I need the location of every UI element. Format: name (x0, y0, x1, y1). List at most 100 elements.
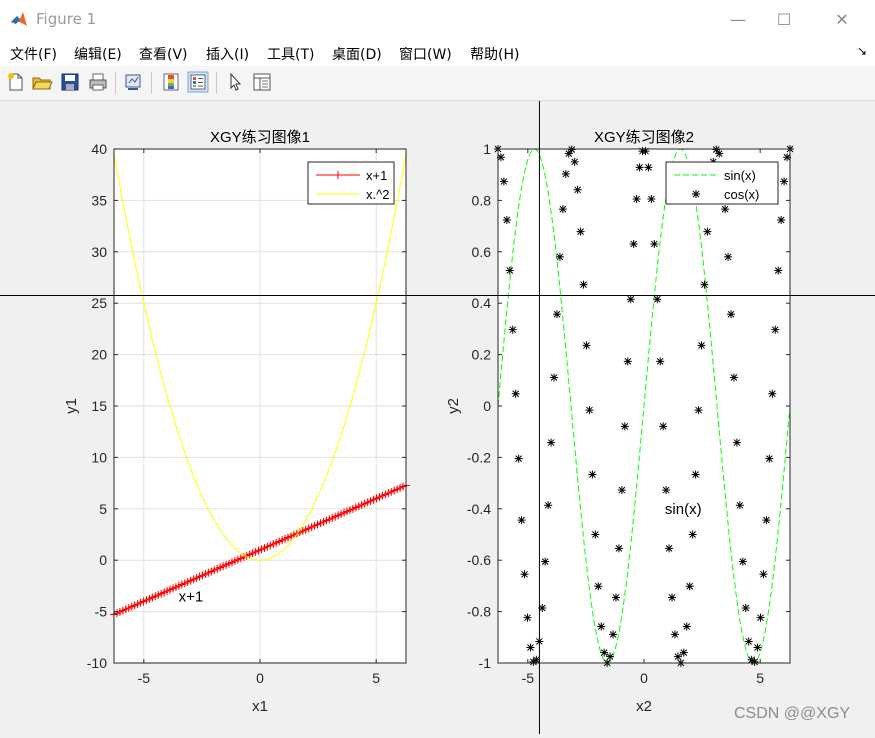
menu-file[interactable]: 文件(F) (10, 44, 57, 64)
menu-desktop[interactable]: 桌面(D) (332, 44, 382, 64)
menu-window[interactable]: 窗口(W) (399, 44, 452, 64)
toolbar (0, 66, 875, 101)
chart-title: XGY练习图像1 (210, 129, 310, 146)
data-point (697, 341, 706, 350)
figure-plots: -5 0 5-10-50510152025303540XGY练习图像1x1y1x+1… (0, 101, 875, 734)
y-tick-label: 0.8 (472, 192, 492, 208)
toolbar-separator (151, 72, 152, 94)
data-point (765, 454, 774, 463)
axes-2: -5 0 5 -1 -0.8 -0.6 -0.4 -0.2 0 0.2 0.4 0.6 0.8 1 XGY练… (445, 129, 794, 715)
colorbar-icon[interactable] (160, 71, 182, 93)
print-icon[interactable] (87, 71, 109, 93)
link-icon[interactable] (122, 71, 144, 93)
annotation-text: sin(x) (665, 501, 702, 518)
menu-edit[interactable]: 编辑(E) (74, 44, 122, 64)
data-point (691, 470, 700, 479)
y-tick-label: 10 (91, 449, 107, 465)
y-tick-label: 15 (91, 398, 107, 414)
legend-label: cos(x) (724, 187, 759, 202)
data-point (626, 295, 635, 304)
y-tick-label: 0 (99, 552, 107, 568)
property-editor-icon[interactable] (251, 71, 273, 93)
data-point (703, 227, 712, 236)
data-point (561, 169, 570, 178)
maximize-button[interactable]: ☐ (761, 0, 807, 38)
y-tick-label: -5 (95, 604, 108, 620)
data-point (579, 280, 588, 289)
menu-bar: 文件(F) 编辑(E) 查看(V) 插入(I) 工具(T) 桌面(D) 窗口(W… (0, 38, 875, 66)
data-point (597, 622, 606, 631)
data-point (777, 215, 786, 224)
x-axis-label: x2 (636, 698, 652, 715)
data-point (617, 486, 626, 495)
chart-title: XGY练习图像2 (594, 129, 694, 146)
x-axis-label: x1 (252, 698, 268, 715)
pointer-icon[interactable] (224, 71, 246, 93)
axes-1: -5 0 5 -10 -5 0 5 10 15 20 25 30 35 40 XGY练习图像1 x1 y1 x+1… (63, 129, 410, 715)
data-point (756, 613, 765, 622)
data-point (505, 266, 514, 275)
data-point (547, 438, 556, 447)
y-tick-label: 5 (99, 501, 107, 517)
data-point (715, 149, 724, 158)
menu-help[interactable]: 帮助(H) (470, 44, 519, 64)
new-figure-icon[interactable] (5, 71, 27, 93)
y-tick-label: -1 (479, 655, 492, 671)
data-point (555, 252, 564, 261)
menu-insert[interactable]: 插入(I) (206, 44, 249, 64)
data-point (594, 582, 603, 591)
close-icon: ✕ (835, 9, 849, 29)
data-point (526, 643, 535, 652)
data-point (653, 295, 662, 304)
data-point (721, 205, 730, 214)
data-point (635, 163, 644, 172)
toolbar-separator (216, 72, 217, 94)
data-point (558, 205, 567, 214)
data-point (741, 604, 750, 613)
data-point (609, 630, 618, 639)
legend-icon[interactable] (187, 71, 209, 93)
data-point (665, 544, 674, 553)
y-tick-label: 1 (483, 141, 491, 157)
data-point (668, 593, 677, 602)
y-tick-label: 30 (91, 244, 107, 260)
data-point (759, 570, 768, 579)
data-point (656, 357, 665, 366)
y-tick-label: 0.2 (472, 347, 492, 363)
data-point (570, 157, 579, 166)
watermark: CSDN @@XGY (734, 705, 851, 722)
y-tick-label: 40 (91, 141, 107, 157)
menu-view[interactable]: 查看(V) (139, 44, 188, 64)
menu-dock-arrow-icon[interactable]: ↘ (857, 44, 867, 58)
data-point (614, 544, 623, 553)
y-tick-label: -0.8 (467, 604, 491, 620)
y-axis-label: y2 (445, 398, 462, 414)
data-point (591, 530, 600, 539)
data-point (573, 185, 582, 194)
open-icon[interactable] (31, 71, 53, 93)
legend-label: sin(x) (724, 168, 756, 183)
data-point (629, 239, 638, 248)
data-point (502, 215, 511, 224)
data-point (544, 501, 553, 510)
menu-tools[interactable]: 工具(T) (267, 44, 314, 64)
data-point (647, 195, 656, 204)
save-icon[interactable] (59, 71, 81, 93)
x-tick-label: 0 (256, 670, 264, 686)
annotation-text: x+1 (179, 588, 204, 605)
y-tick-label: 0.6 (472, 244, 492, 260)
minimize-button[interactable]: — (715, 0, 761, 38)
data-point (567, 145, 576, 154)
data-point (727, 310, 736, 319)
data-point (520, 570, 529, 579)
data-point (771, 325, 780, 334)
data-point (682, 622, 691, 631)
close-button[interactable]: ✕ (819, 0, 865, 38)
y-tick-label: 20 (91, 347, 107, 363)
data-point (744, 637, 753, 646)
data-point (620, 422, 629, 431)
data-point (700, 280, 709, 289)
data-point (662, 486, 671, 495)
data-point (514, 454, 523, 463)
data-point (724, 252, 733, 261)
